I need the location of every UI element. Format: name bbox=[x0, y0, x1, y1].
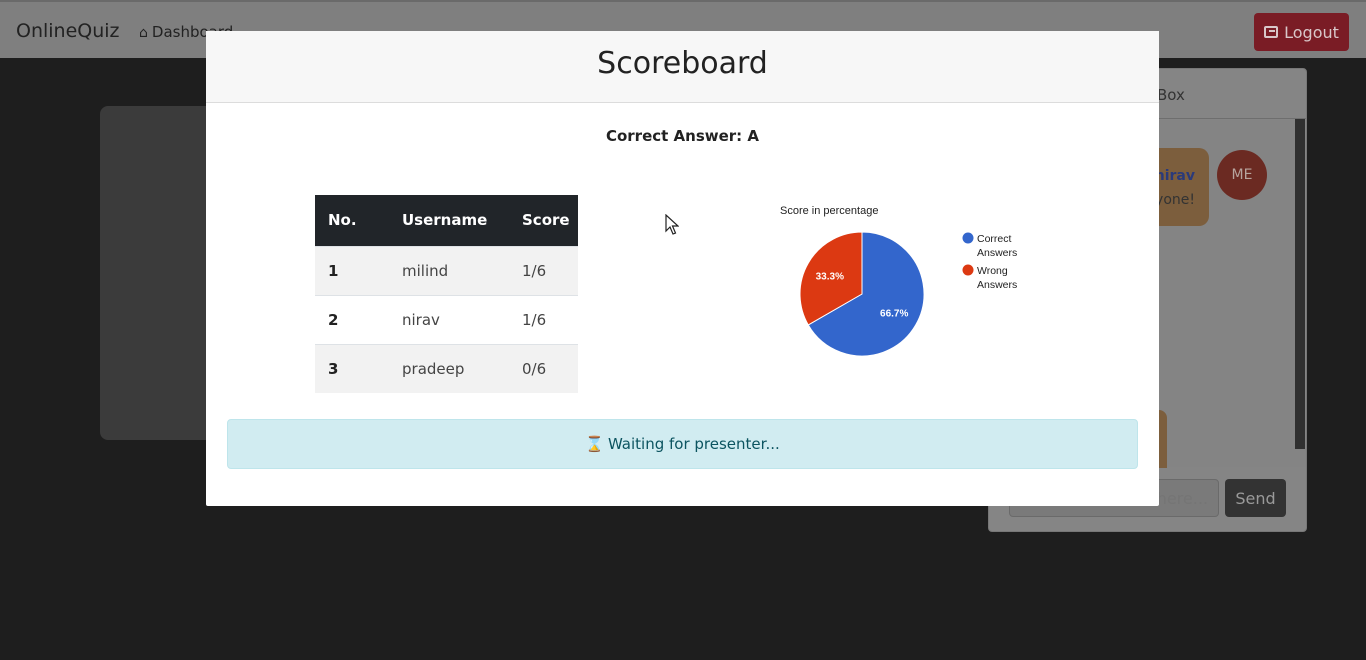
legend-item[interactable]: Wrong Answers bbox=[962, 264, 1018, 292]
row-score: 1/6 bbox=[509, 245, 578, 295]
modal-header: Scoreboard bbox=[206, 31, 1159, 103]
row-score: 1/6 bbox=[509, 294, 578, 344]
legend-marker bbox=[962, 232, 974, 244]
pie-slice-label: 33.3% bbox=[816, 271, 844, 282]
waiting-text: Waiting for presenter... bbox=[607, 435, 780, 453]
logout-label: Logout bbox=[1284, 22, 1339, 42]
row-username: milind bbox=[389, 245, 509, 295]
brand-logo[interactable]: OnlineQuiz bbox=[16, 20, 120, 42]
table-row: 3 pradeep 0/6 bbox=[315, 343, 578, 393]
table-row: 1 milind 1/6 bbox=[315, 245, 578, 295]
waiting-alert: ⌛ Waiting for presenter... bbox=[227, 419, 1138, 469]
send-button[interactable]: Send bbox=[1225, 479, 1286, 517]
chat-title: Box bbox=[1157, 86, 1185, 104]
avatar: ME bbox=[1217, 150, 1267, 200]
logout-button[interactable]: Logout bbox=[1254, 13, 1349, 51]
legend-label: Wrong bbox=[977, 265, 1008, 277]
sign-out-icon bbox=[1264, 26, 1279, 38]
chat-scrollbar[interactable] bbox=[1295, 119, 1305, 449]
score-pie-chart: Score in percentage 66.7% 33.3% Correct An… bbox=[780, 205, 1018, 357]
message-text: yone! bbox=[1155, 192, 1195, 208]
hourglass-icon: ⌛ bbox=[585, 435, 604, 453]
modal-title: Scoreboard bbox=[597, 46, 768, 81]
legend-label: Answers bbox=[977, 247, 1017, 259]
scoreboard-table: No. Username Score 1 milind 1/6 2 nirav … bbox=[315, 195, 578, 393]
table-header-row: No. Username Score bbox=[315, 195, 578, 246]
row-no: 1 bbox=[315, 245, 389, 295]
message-author: nirav bbox=[1154, 168, 1195, 184]
legend-label: Correct bbox=[977, 233, 1012, 245]
column-header-no: No. bbox=[315, 195, 389, 246]
row-no: 2 bbox=[315, 294, 389, 344]
table-row: 2 nirav 1/6 bbox=[315, 294, 578, 344]
mouse-cursor-icon bbox=[665, 214, 679, 235]
chart-title: Score in percentage bbox=[780, 205, 878, 217]
correct-answer: Correct Answer: A bbox=[605, 127, 760, 145]
row-username: nirav bbox=[389, 294, 509, 344]
row-no: 3 bbox=[315, 343, 389, 393]
legend-label: Answers bbox=[977, 279, 1017, 291]
home-icon: ⌂ bbox=[139, 25, 148, 41]
legend-marker bbox=[962, 264, 974, 276]
column-header-username: Username bbox=[389, 195, 509, 246]
pie-slice-label: 66.7% bbox=[880, 309, 908, 320]
legend-item[interactable]: Correct Answers bbox=[962, 232, 1018, 260]
row-username: pradeep bbox=[389, 343, 509, 393]
scoreboard-modal: Scoreboard Correct Answer: A No. Usernam… bbox=[206, 31, 1159, 506]
row-score: 0/6 bbox=[509, 343, 578, 393]
column-header-score: Score bbox=[509, 195, 578, 246]
